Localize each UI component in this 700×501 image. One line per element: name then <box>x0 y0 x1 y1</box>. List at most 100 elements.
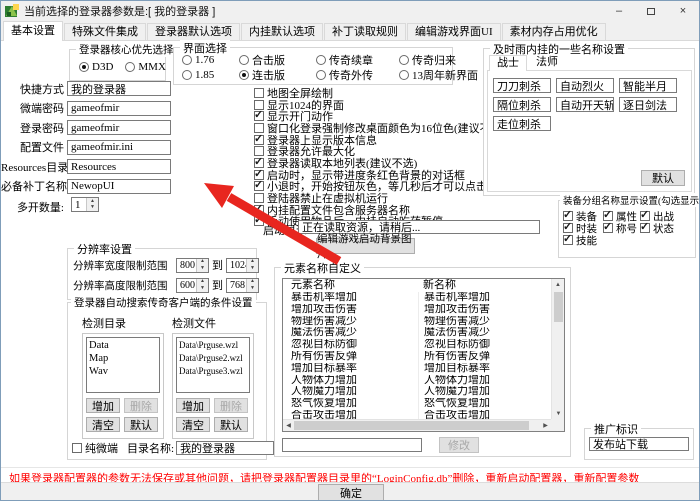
core-radio[interactable]: MMX <box>125 61 166 73</box>
down-arrow-icon[interactable]: ▼ <box>247 265 258 272</box>
list-item[interactable]: Data\Prguse.wzl <box>179 339 247 352</box>
down-arrow-icon[interactable]: ▼ <box>197 285 208 292</box>
vertical-scrollbar[interactable]: ▲ ▼ <box>551 279 564 419</box>
skill-name-input[interactable]: 自动开天斩 <box>556 97 614 112</box>
skill-name-input[interactable]: 逐日剑法 <box>619 97 677 112</box>
dir-name-input[interactable]: 我的登录器 <box>176 441 274 455</box>
skill-name-input[interactable]: 刀刀刺杀 <box>493 78 551 93</box>
scroll-right-icon[interactable]: ▶ <box>540 420 551 432</box>
resolution-to-stepper[interactable]: 768 ▲▼ <box>226 278 259 293</box>
list-item[interactable]: Wav <box>89 365 157 378</box>
stepper-arrows[interactable]: ▲▼ <box>196 259 208 272</box>
scroll-thumb[interactable] <box>294 421 529 430</box>
tab-warrior[interactable]: 战士 <box>489 55 527 71</box>
field-input[interactable]: gameofmir.ini <box>67 140 171 155</box>
modify-button[interactable]: 修改 <box>439 437 479 453</box>
field-input[interactable]: 我的登录器 <box>67 81 171 96</box>
element-names-table[interactable]: 元素名称 新名称 暴击机率增加 暴击机率增加 增加攻击伤害 增加攻击伤害 物理伤… <box>282 278 565 432</box>
interface-radio[interactable]: 传奇外传 <box>316 67 399 83</box>
table-row[interactable]: 魔法伤害减少 魔法伤害减少 <box>283 327 551 339</box>
client-search-group: 登录器自动搜索传奇客户端的条件设置 检测目录 DataMapWav 增加 删除 … <box>67 302 267 460</box>
tab-basic-settings[interactable]: 基本设置 <box>3 21 63 41</box>
maximize-button[interactable] <box>635 1 667 21</box>
table-row[interactable]: 忽视目标防御 忽视目标防御 <box>283 339 551 351</box>
file-default-button[interactable]: 默认 <box>214 417 248 432</box>
skill-name-input[interactable]: 自动烈火 <box>556 78 614 93</box>
horizontal-scrollbar[interactable]: ◀ ▶ <box>283 419 551 431</box>
equip-checkbox[interactable]: 技能 <box>563 233 603 248</box>
tab-special-files[interactable]: 特殊文件集成 <box>64 23 146 40</box>
field-input[interactable]: NewopUI <box>67 179 171 194</box>
tab-plugin-defaults[interactable]: 内挂默认选项 <box>241 23 323 40</box>
dir-add-button[interactable]: 增加 <box>86 398 120 413</box>
detect-dir-listbox[interactable]: DataMapWav <box>86 337 160 393</box>
tab-asset-memory[interactable]: 素材内存占用优化 <box>502 23 606 40</box>
table-row[interactable]: 合击攻击增加 合击攻击增加 <box>283 410 551 419</box>
jsy-default-button[interactable]: 默认 <box>641 170 685 186</box>
rename-input[interactable] <box>282 438 422 452</box>
interface-radio[interactable]: 1.85 <box>182 69 239 81</box>
tab-mage[interactable]: 法师 <box>528 55 566 71</box>
file-add-button[interactable]: 增加 <box>176 398 210 413</box>
dir-clear-button[interactable]: 清空 <box>86 417 120 432</box>
close-button[interactable]: × <box>667 1 699 21</box>
detect-file-listbox[interactable]: Data\Prguse.wzlData\Prguse2.wzlData\Prgu… <box>176 337 250 393</box>
scroll-thumb[interactable] <box>554 292 563 322</box>
resolution-to-stepper[interactable]: 1024 ▲▼ <box>226 258 259 273</box>
tab-edit-game-ui[interactable]: 编辑游戏界面UI <box>407 23 501 40</box>
interface-radio[interactable]: 传奇归来 <box>399 52 478 68</box>
interface-radio[interactable]: 1.76 <box>182 54 239 66</box>
interface-radio[interactable]: 连击版 <box>239 67 316 83</box>
table-row[interactable]: 增加攻击伤害 增加攻击伤害 <box>283 304 551 316</box>
interface-radio[interactable]: 13周年新界面 <box>399 67 478 83</box>
field-input[interactable]: Resources <box>67 159 171 174</box>
table-row[interactable]: 人物体力增加 人物体力增加 <box>283 375 551 387</box>
interface-radio[interactable]: 合击版 <box>239 52 316 68</box>
stepper-arrows[interactable]: ▲▼ <box>196 279 208 292</box>
skill-name-input[interactable]: 走位刺杀 <box>493 116 551 131</box>
field-input[interactable]: gameofmir <box>67 101 171 116</box>
list-item[interactable]: Map <box>89 352 157 365</box>
dir-delete-button[interactable]: 删除 <box>124 398 158 413</box>
core-radio[interactable]: D3D <box>79 61 113 73</box>
promo-input[interactable]: 发布站下载 <box>589 437 689 451</box>
table-row[interactable]: 暴击机率增加 暴击机率增加 <box>283 292 551 304</box>
table-row[interactable]: 人物魔力增加 人物魔力增加 <box>283 386 551 398</box>
dir-default-button[interactable]: 默认 <box>124 417 158 432</box>
file-clear-button[interactable]: 清空 <box>176 417 210 432</box>
down-arrow-icon[interactable]: ▼ <box>87 205 98 212</box>
micro-client-checkbox[interactable]: 纯微端 <box>72 440 118 456</box>
scroll-down-icon[interactable]: ▼ <box>552 408 565 419</box>
skill-name-input[interactable]: 隔位刺杀 <box>493 97 551 112</box>
skill-name-input[interactable]: 智能半月 <box>619 78 677 93</box>
list-item[interactable]: Data\Prguse2.wzl <box>179 352 247 365</box>
resolution-from-stepper[interactable]: 600 ▲▼ <box>176 278 209 293</box>
stepper-arrows[interactable]: ▲▼ <box>246 279 258 292</box>
equip-checkbox[interactable]: 称号 <box>603 221 640 236</box>
ok-button[interactable]: 确定 <box>318 484 384 501</box>
table-row[interactable]: 物理伤害减少 物理伤害减少 <box>283 316 551 328</box>
promo-group: 推广标识 发布站下载 <box>584 428 694 460</box>
stepper-arrows[interactable]: ▲▼ <box>86 198 98 211</box>
tab-launcher-defaults[interactable]: 登录器默认选项 <box>147 23 240 40</box>
tab-patch-rules[interactable]: 补丁读取规则 <box>324 23 406 40</box>
edit-bg-button[interactable]: 编辑游戏启动背景图片 <box>316 238 415 254</box>
resolution-from-stepper[interactable]: 800 ▲▼ <box>176 258 209 273</box>
title-bar[interactable]: 当前选择的登录器参数是:[ 我的登录器 ] – × <box>1 1 699 21</box>
field-input[interactable]: gameofmir <box>67 120 171 135</box>
down-arrow-icon[interactable]: ▼ <box>197 265 208 272</box>
equip-checkbox[interactable]: 状态 <box>640 221 674 236</box>
table-row[interactable]: 增加目标暴率 增加目标暴率 <box>283 363 551 375</box>
multi-open-stepper[interactable]: 1 ▲▼ <box>71 197 99 212</box>
file-delete-button[interactable]: 删除 <box>214 398 248 413</box>
stepper-arrows[interactable]: ▲▼ <box>246 259 258 272</box>
scroll-left-icon[interactable]: ◀ <box>283 420 294 432</box>
scroll-up-icon[interactable]: ▲ <box>552 279 564 290</box>
table-row[interactable]: 怒气恢复增加 怒气恢复增加 <box>283 398 551 410</box>
minimize-button[interactable]: – <box>603 1 635 21</box>
table-row[interactable]: 所有伤害反弹 所有伤害反弹 <box>283 351 551 363</box>
list-item[interactable]: Data <box>89 339 157 352</box>
interface-radio[interactable]: 传奇续章 <box>316 52 399 68</box>
down-arrow-icon[interactable]: ▼ <box>247 285 258 292</box>
list-item[interactable]: Data\Prguse3.wzl <box>179 365 247 378</box>
